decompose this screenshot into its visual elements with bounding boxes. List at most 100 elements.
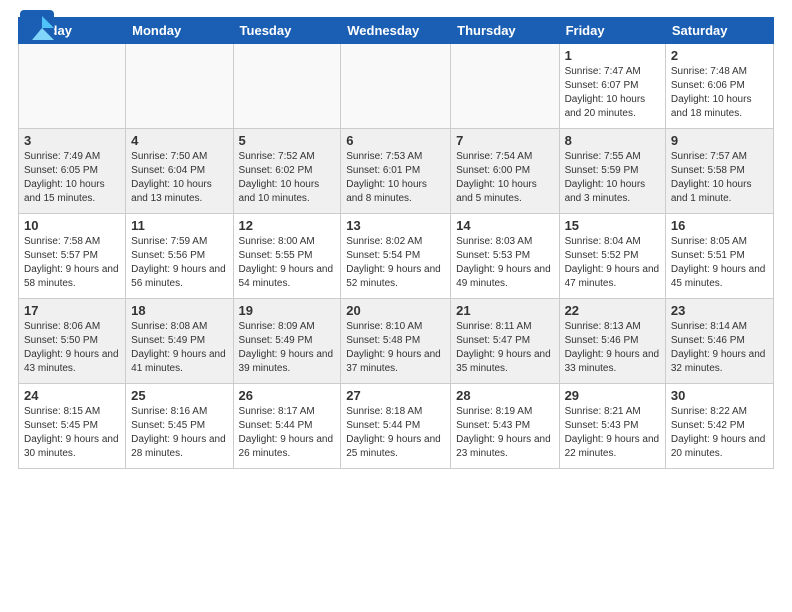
day-info: Sunrise: 7:59 AM Sunset: 5:56 PM Dayligh… — [131, 235, 227, 291]
logo — [18, 8, 60, 46]
day-info: Sunrise: 7:49 AM Sunset: 6:05 PM Dayligh… — [24, 150, 120, 206]
calendar-cell: 25 Sunrise: 8:16 AM Sunset: 5:45 PM Dayli… — [126, 384, 233, 469]
day-info: Sunrise: 8:00 AM Sunset: 5:55 PM Dayligh… — [239, 235, 336, 291]
day-number: 3 — [24, 133, 120, 148]
calendar-cell: 4 Sunrise: 7:50 AM Sunset: 6:04 PM Daylig… — [126, 129, 233, 214]
day-number: 21 — [456, 303, 553, 318]
day-info: Sunrise: 8:11 AM Sunset: 5:47 PM Dayligh… — [456, 320, 553, 376]
day-number: 1 — [565, 48, 660, 63]
day-number: 12 — [239, 218, 336, 233]
day-info: Sunrise: 7:47 AM Sunset: 6:07 PM Dayligh… — [565, 65, 660, 121]
calendar-cell — [451, 44, 559, 129]
day-number: 10 — [24, 218, 120, 233]
day-number: 24 — [24, 388, 120, 403]
calendar-cell: 21 Sunrise: 8:11 AM Sunset: 5:47 PM Dayli… — [451, 299, 559, 384]
column-header-tuesday: Tuesday — [233, 18, 341, 44]
day-info: Sunrise: 8:13 AM Sunset: 5:46 PM Dayligh… — [565, 320, 660, 376]
calendar-cell — [126, 44, 233, 129]
day-info: Sunrise: 8:16 AM Sunset: 5:45 PM Dayligh… — [131, 405, 227, 461]
day-info: Sunrise: 8:09 AM Sunset: 5:49 PM Dayligh… — [239, 320, 336, 376]
day-number: 6 — [346, 133, 445, 148]
day-number: 23 — [671, 303, 768, 318]
day-number: 13 — [346, 218, 445, 233]
day-number: 9 — [671, 133, 768, 148]
day-number: 28 — [456, 388, 553, 403]
calendar-cell: 10 Sunrise: 7:58 AM Sunset: 5:57 PM Dayli… — [19, 214, 126, 299]
day-info: Sunrise: 7:55 AM Sunset: 5:59 PM Dayligh… — [565, 150, 660, 206]
day-number: 4 — [131, 133, 227, 148]
calendar-cell: 26 Sunrise: 8:17 AM Sunset: 5:44 PM Dayli… — [233, 384, 341, 469]
day-info: Sunrise: 8:14 AM Sunset: 5:46 PM Dayligh… — [671, 320, 768, 376]
day-info: Sunrise: 8:06 AM Sunset: 5:50 PM Dayligh… — [24, 320, 120, 376]
day-number: 25 — [131, 388, 227, 403]
calendar-table: SundayMondayTuesdayWednesdayThursdayFrid… — [18, 17, 774, 469]
calendar-cell — [19, 44, 126, 129]
day-info: Sunrise: 7:54 AM Sunset: 6:00 PM Dayligh… — [456, 150, 553, 206]
day-number: 27 — [346, 388, 445, 403]
day-info: Sunrise: 7:58 AM Sunset: 5:57 PM Dayligh… — [24, 235, 120, 291]
calendar-cell: 23 Sunrise: 8:14 AM Sunset: 5:46 PM Dayli… — [665, 299, 773, 384]
day-info: Sunrise: 8:22 AM Sunset: 5:42 PM Dayligh… — [671, 405, 768, 461]
day-info: Sunrise: 8:15 AM Sunset: 5:45 PM Dayligh… — [24, 405, 120, 461]
calendar-cell: 19 Sunrise: 8:09 AM Sunset: 5:49 PM Dayli… — [233, 299, 341, 384]
day-info: Sunrise: 8:17 AM Sunset: 5:44 PM Dayligh… — [239, 405, 336, 461]
day-number: 18 — [131, 303, 227, 318]
calendar-cell: 27 Sunrise: 8:18 AM Sunset: 5:44 PM Dayli… — [341, 384, 451, 469]
day-info: Sunrise: 8:10 AM Sunset: 5:48 PM Dayligh… — [346, 320, 445, 376]
day-info: Sunrise: 8:02 AM Sunset: 5:54 PM Dayligh… — [346, 235, 445, 291]
calendar-cell: 8 Sunrise: 7:55 AM Sunset: 5:59 PM Daylig… — [559, 129, 665, 214]
day-info: Sunrise: 8:19 AM Sunset: 5:43 PM Dayligh… — [456, 405, 553, 461]
day-info: Sunrise: 7:50 AM Sunset: 6:04 PM Dayligh… — [131, 150, 227, 206]
day-info: Sunrise: 8:21 AM Sunset: 5:43 PM Dayligh… — [565, 405, 660, 461]
column-header-thursday: Thursday — [451, 18, 559, 44]
day-number: 5 — [239, 133, 336, 148]
day-number: 2 — [671, 48, 768, 63]
day-info: Sunrise: 8:05 AM Sunset: 5:51 PM Dayligh… — [671, 235, 768, 291]
calendar-cell: 28 Sunrise: 8:19 AM Sunset: 5:43 PM Dayli… — [451, 384, 559, 469]
day-info: Sunrise: 7:57 AM Sunset: 5:58 PM Dayligh… — [671, 150, 768, 206]
calendar-cell: 1 Sunrise: 7:47 AM Sunset: 6:07 PM Daylig… — [559, 44, 665, 129]
calendar-cell — [341, 44, 451, 129]
day-number: 29 — [565, 388, 660, 403]
column-header-friday: Friday — [559, 18, 665, 44]
calendar-cell: 20 Sunrise: 8:10 AM Sunset: 5:48 PM Dayli… — [341, 299, 451, 384]
day-number: 14 — [456, 218, 553, 233]
day-info: Sunrise: 8:04 AM Sunset: 5:52 PM Dayligh… — [565, 235, 660, 291]
day-number: 11 — [131, 218, 227, 233]
day-number: 20 — [346, 303, 445, 318]
column-header-monday: Monday — [126, 18, 233, 44]
calendar-cell: 17 Sunrise: 8:06 AM Sunset: 5:50 PM Dayli… — [19, 299, 126, 384]
calendar-cell — [233, 44, 341, 129]
day-number: 22 — [565, 303, 660, 318]
day-number: 17 — [24, 303, 120, 318]
calendar-cell: 14Sunrise: 8:03 AM Sunset: 5:53 PM Dayli… — [451, 214, 559, 299]
calendar-cell: 18 Sunrise: 8:08 AM Sunset: 5:49 PM Dayli… — [126, 299, 233, 384]
day-info: Sunrise: 7:53 AM Sunset: 6:01 PM Dayligh… — [346, 150, 445, 206]
day-info: Sunrise: 8:18 AM Sunset: 5:44 PM Dayligh… — [346, 405, 445, 461]
calendar-cell: 5 Sunrise: 7:52 AM Sunset: 6:02 PM Daylig… — [233, 129, 341, 214]
calendar-cell: 6 Sunrise: 7:53 AM Sunset: 6:01 PM Daylig… — [341, 129, 451, 214]
column-header-saturday: Saturday — [665, 18, 773, 44]
calendar-cell: 9 Sunrise: 7:57 AM Sunset: 5:58 PM Daylig… — [665, 129, 773, 214]
logo-icon — [18, 8, 56, 46]
calendar-cell: 7 Sunrise: 7:54 AM Sunset: 6:00 PM Daylig… — [451, 129, 559, 214]
day-info: Sunrise: 7:52 AM Sunset: 6:02 PM Dayligh… — [239, 150, 336, 206]
day-number: 26 — [239, 388, 336, 403]
calendar-cell: 12 Sunrise: 8:00 AM Sunset: 5:55 PM Dayli… — [233, 214, 341, 299]
column-header-wednesday: Wednesday — [341, 18, 451, 44]
calendar-cell: 16 Sunrise: 8:05 AM Sunset: 5:51 PM Dayli… — [665, 214, 773, 299]
calendar-cell: 11 Sunrise: 7:59 AM Sunset: 5:56 PM Dayli… — [126, 214, 233, 299]
day-info: Sunrise: 7:48 AM Sunset: 6:06 PM Dayligh… — [671, 65, 768, 121]
day-number: 8 — [565, 133, 660, 148]
calendar-cell: 30 Sunrise: 8:22 AM Sunset: 5:42 PM Dayli… — [665, 384, 773, 469]
day-info: Sunrise: 8:08 AM Sunset: 5:49 PM Dayligh… — [131, 320, 227, 376]
calendar-cell: 24 Sunrise: 8:15 AM Sunset: 5:45 PM Dayli… — [19, 384, 126, 469]
day-number: 7 — [456, 133, 553, 148]
day-number: 15 — [565, 218, 660, 233]
calendar-cell: 15 Sunrise: 8:04 AM Sunset: 5:52 PM Dayli… — [559, 214, 665, 299]
day-number: 19 — [239, 303, 336, 318]
calendar-cell: 2 Sunrise: 7:48 AM Sunset: 6:06 PM Daylig… — [665, 44, 773, 129]
calendar-cell: 13 Sunrise: 8:02 AM Sunset: 5:54 PM Dayli… — [341, 214, 451, 299]
day-number: 16 — [671, 218, 768, 233]
day-number: 30 — [671, 388, 768, 403]
